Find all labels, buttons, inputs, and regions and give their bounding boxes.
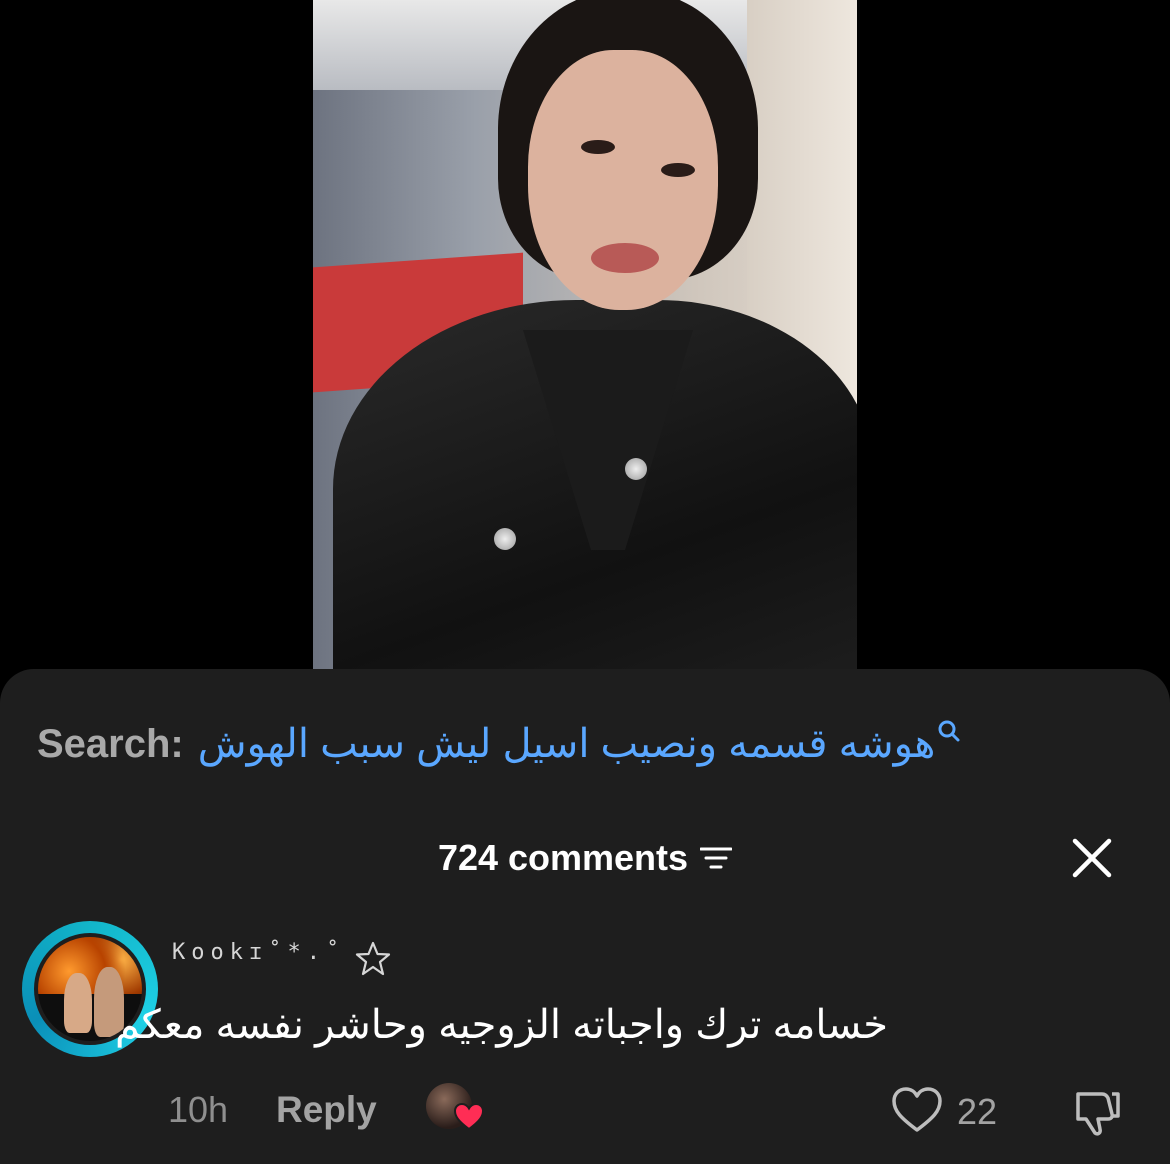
comment-username[interactable]: Kookɪ˚*.˚ xyxy=(172,940,345,965)
jacket-button xyxy=(625,458,647,480)
close-icon[interactable] xyxy=(1070,836,1114,880)
search-label: Search: xyxy=(37,721,184,766)
heart-filled-icon xyxy=(454,1103,484,1131)
comments-header: 724 comments xyxy=(0,834,1170,882)
jacket-button xyxy=(494,528,516,550)
reply-button[interactable]: Reply xyxy=(276,1089,377,1131)
avatar-person xyxy=(64,973,92,1033)
comment-time: 10h xyxy=(168,1089,229,1130)
search-icon xyxy=(938,720,960,742)
filter-icon[interactable] xyxy=(700,845,733,871)
search-suggestion[interactable]: Search: هوشه قسمه ونصيب اسيل ليش سبب اله… xyxy=(37,718,961,770)
video-eye xyxy=(581,140,615,154)
comments-count: 724 comments xyxy=(437,837,689,878)
video-player[interactable] xyxy=(313,0,857,669)
star-outline-icon xyxy=(355,941,391,976)
video-eye xyxy=(661,163,695,177)
like-count: 22 xyxy=(957,1091,998,1132)
creator-liked-badge xyxy=(426,1083,486,1135)
thumbs-down-icon[interactable] xyxy=(1072,1086,1124,1138)
search-term[interactable]: هوشه قسمه ونصيب اسيل ليش سبب الهوش xyxy=(198,721,936,767)
heart-outline-icon[interactable] xyxy=(891,1086,943,1134)
comment-text: خسامه ترك واجباته الزوجيه وحاشر نفسه معك… xyxy=(115,1003,888,1047)
video-lips xyxy=(591,243,659,273)
